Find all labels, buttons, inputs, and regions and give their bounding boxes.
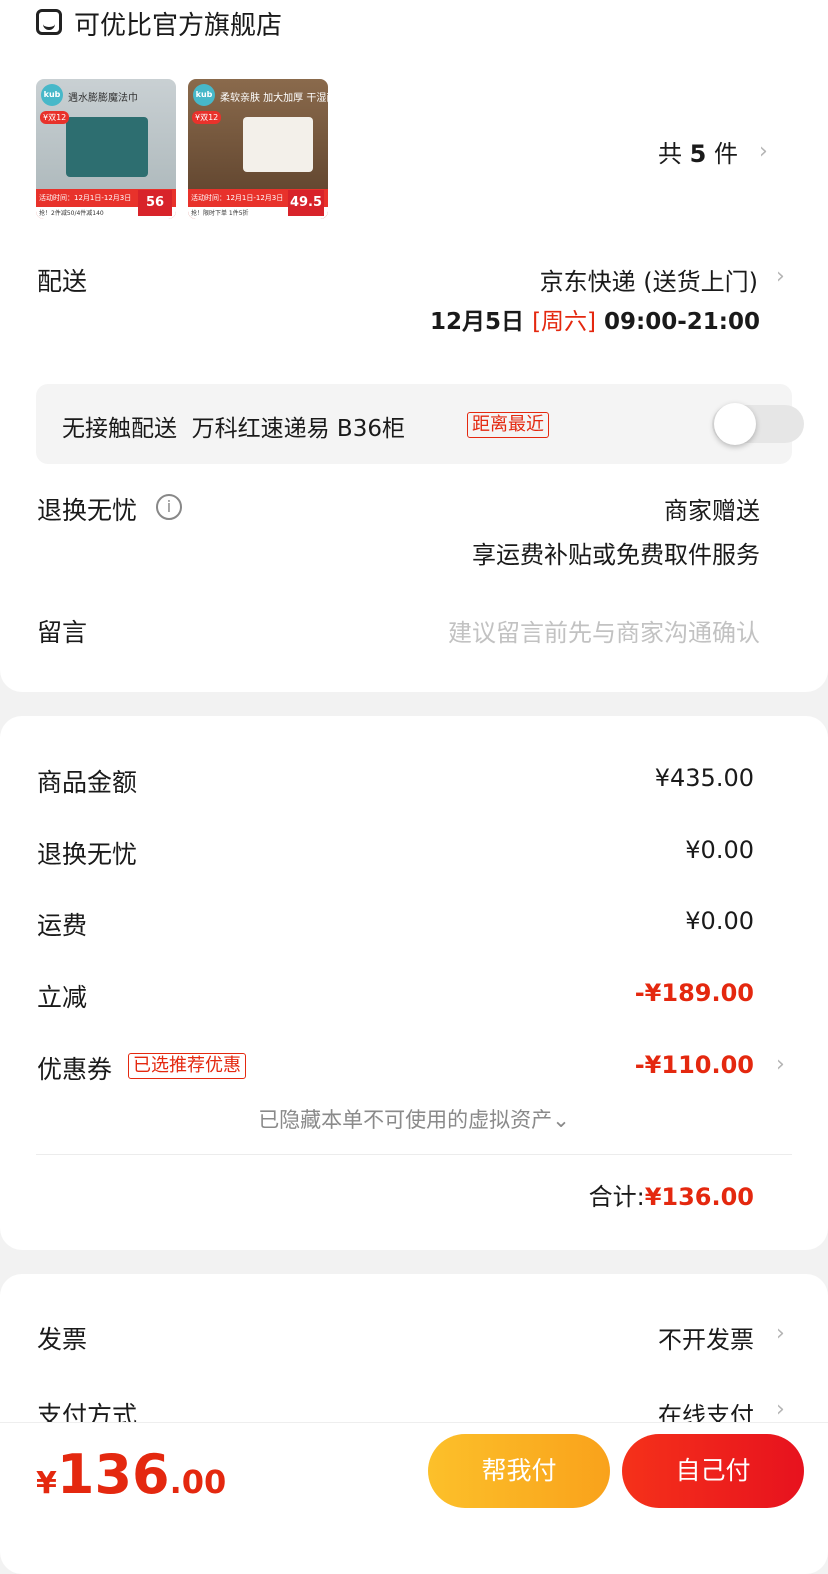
message-label: 留言	[37, 618, 88, 647]
info-icon[interactable]: i	[156, 494, 182, 520]
return-worry-label: 退换无忧	[37, 496, 138, 525]
product-thumbnail[interactable]: kub 柔软亲肤 加大加厚 干湿两用 ¥双12 活动时间：12月1日-12月3日…	[188, 79, 328, 219]
delivery-time[interactable]: 12月5日 [周六] 09:00-21:00	[430, 302, 760, 336]
discount-label: 立减	[37, 983, 88, 1012]
chevron-right-icon[interactable]: ›	[776, 1321, 785, 1346]
promo-text: 抢！限时下单 1件5折	[191, 210, 249, 217]
item-count[interactable]: 共 5 件	[658, 134, 738, 169]
promo-badge: ¥双12	[192, 111, 222, 124]
chevron-right-icon[interactable]: ›	[776, 264, 785, 289]
message-input[interactable]: 建议留言前先与商家沟通确认	[448, 613, 760, 648]
delivery-method[interactable]: 京东快递 (送货上门)	[540, 262, 758, 297]
divider	[36, 1154, 792, 1155]
contactless-delivery-row[interactable]: 无接触配送 万科红速递易 B36柜 距离最近	[36, 384, 804, 464]
invoice-value[interactable]: 不开发票	[658, 1320, 754, 1355]
coupon-tag: 已选推荐优惠	[128, 1053, 246, 1079]
coupon-label: 优惠券	[37, 1055, 113, 1084]
shipping-label: 运费	[37, 911, 88, 940]
discount-value: -¥189.00	[634, 979, 754, 1007]
product-title: 遇水膨膨魔法巾	[68, 93, 138, 104]
promo-badge: ¥双12	[40, 111, 70, 124]
invoice-label: 发票	[37, 1325, 88, 1354]
chevron-right-icon[interactable]: ›	[776, 1052, 785, 1077]
return-worry-gift: 商家赠送	[664, 497, 760, 525]
hidden-assets-note[interactable]: 已隐藏本单不可使用的虚拟资产⌄	[0, 1104, 828, 1134]
total-row: 合计:¥136.00	[588, 1183, 754, 1211]
shipping-value: ¥0.00	[685, 907, 754, 935]
delivery-label: 配送	[37, 267, 88, 296]
return-worry-desc: 享运费补贴或免费取件服务	[472, 541, 760, 569]
product-title: 柔软亲肤 加大加厚 干湿两用	[220, 93, 328, 104]
toggle-knob	[714, 403, 756, 445]
checkout-bar: ¥136.00 帮我付 自己付	[0, 1422, 828, 1522]
goods-amount-value: ¥435.00	[654, 764, 754, 792]
chevron-down-icon: ⌄	[552, 1108, 570, 1132]
self-pay-button[interactable]: 自己付	[622, 1434, 804, 1508]
contactless-text: 无接触配送 万科红速递易 B36柜	[62, 416, 405, 442]
activity-text: 活动时间：12月1日-12月3日	[191, 194, 284, 202]
activity-text: 活动时间：12月1日-12月3日	[39, 194, 132, 202]
help-pay-button[interactable]: 帮我付	[428, 1434, 610, 1508]
product-thumbnail[interactable]: kub 遇水膨膨魔法巾 ¥双12 活动时间：12月1日-12月3日 抢！2件减5…	[36, 79, 176, 219]
return-fee-value: ¥0.00	[685, 836, 754, 864]
chevron-right-icon[interactable]: ›	[776, 1397, 785, 1422]
product-price: 49.5	[288, 190, 324, 216]
product-image	[66, 117, 148, 177]
goods-amount-label: 商品金额	[37, 768, 138, 797]
product-image	[243, 117, 313, 172]
final-price: ¥136.00	[36, 1443, 227, 1506]
nearest-tag: 距离最近	[467, 412, 549, 438]
store-name[interactable]: 可优比官方旗舰店	[74, 5, 282, 42]
coupon-value[interactable]: -¥110.00	[635, 1051, 754, 1079]
return-fee-label: 退换无忧	[37, 840, 138, 869]
store-icon	[36, 9, 62, 35]
promo-text: 抢！2件减50/4件减140	[39, 210, 104, 217]
product-price: 56	[138, 190, 172, 216]
chevron-right-icon[interactable]: ›	[759, 139, 768, 164]
brand-logo: kub	[41, 84, 63, 106]
contactless-toggle[interactable]	[712, 403, 804, 445]
brand-logo: kub	[193, 84, 215, 106]
